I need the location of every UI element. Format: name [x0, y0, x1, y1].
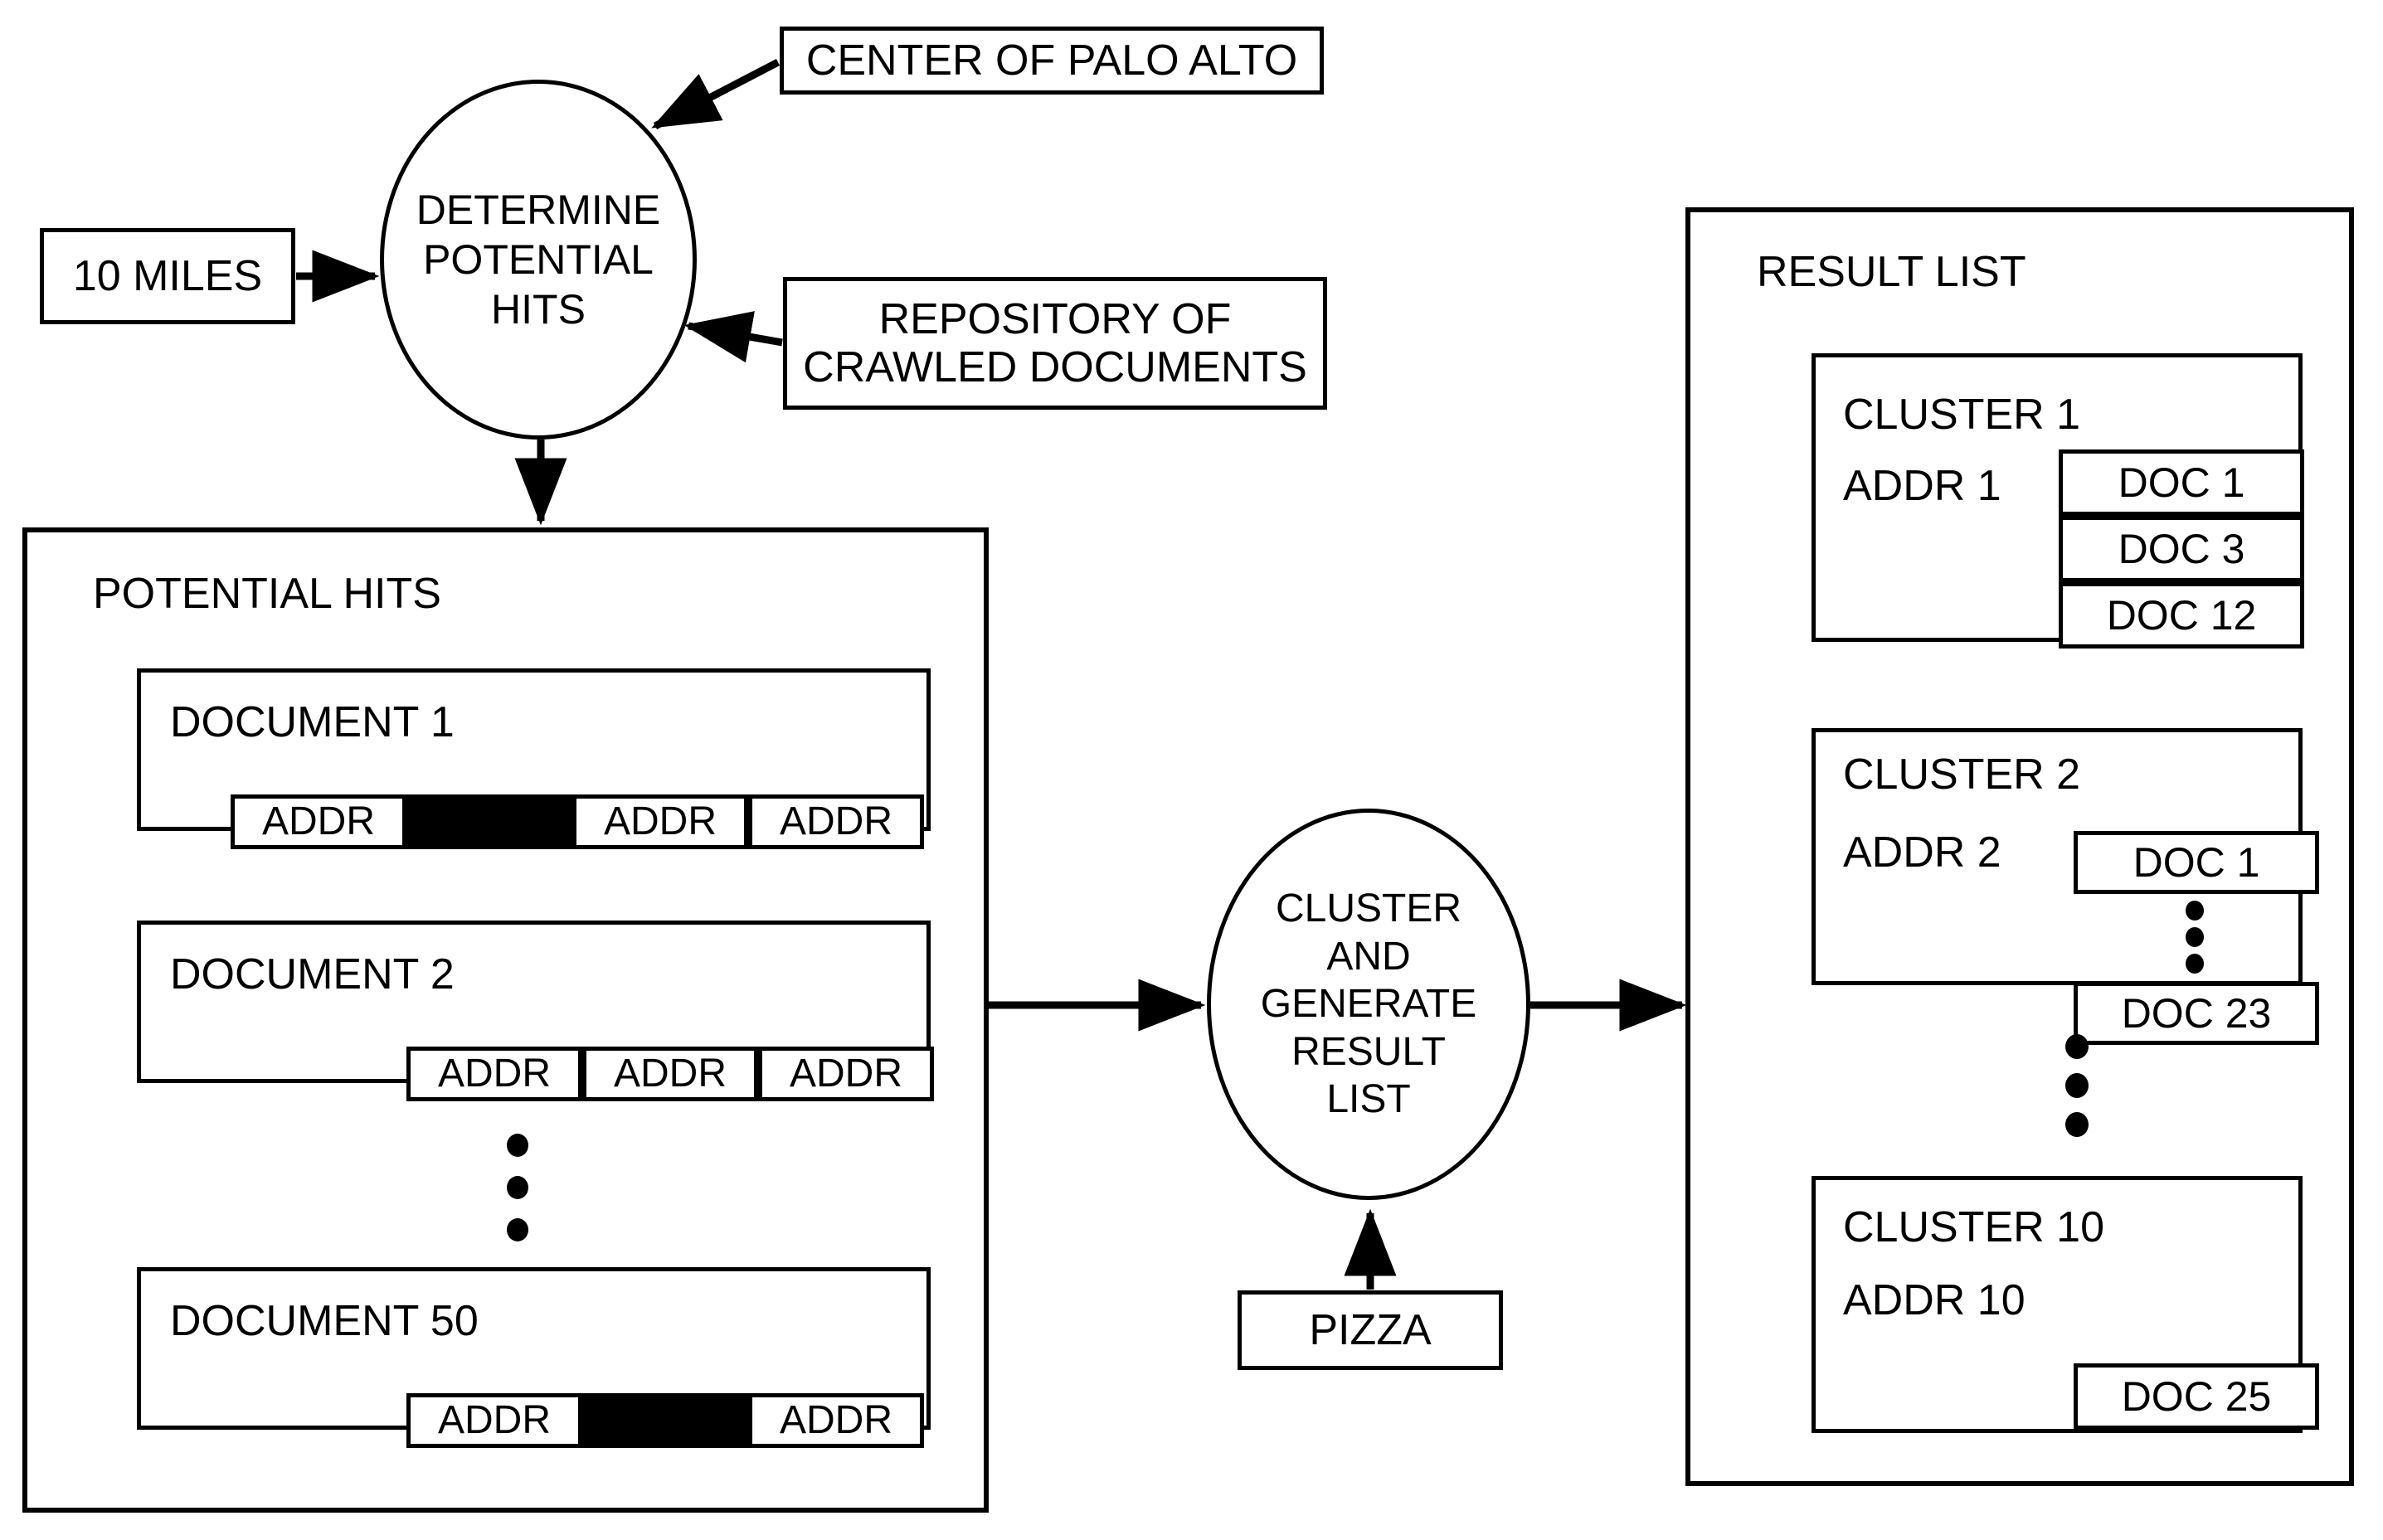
cluster-inner-ellipsis-dot	[2186, 927, 2204, 947]
cluster-doc-label: DOC 12	[2106, 592, 2257, 639]
determine-line-1: DETERMINE	[416, 187, 661, 233]
addr-cell-label: ADDR	[779, 1398, 892, 1443]
redacted-addr-cell	[582, 1393, 748, 1448]
addr-cell[interactable]: ADDR	[758, 1047, 934, 1101]
arrow-center-to-determine	[651, 59, 781, 129]
diagram-canvas: 10 MILES CENTER OF PALO ALTO REPOSITORY …	[0, 0, 2383, 1540]
document-title: DOCUMENT 2	[170, 950, 455, 998]
cluster-line-3: GENERATE	[1260, 982, 1477, 1027]
cluster-line-1: CLUSTER	[1275, 887, 1462, 931]
cluster-doc-label: DOC 1	[2133, 839, 2260, 886]
potential-hits-title: POTENTIAL HITS	[93, 570, 441, 618]
vertical-ellipsis-dot	[2065, 1112, 2089, 1137]
cluster-doc-cell[interactable]: DOC 25	[2074, 1363, 2319, 1430]
cluster-addr: ADDR 2	[1843, 828, 2001, 877]
cluster-doc-cell[interactable]: DOC 12	[2059, 582, 2304, 649]
determine-line-2: POTENTIAL	[423, 236, 654, 283]
addr-cell-label: ADDR	[437, 1052, 551, 1096]
vertical-ellipsis-dot	[507, 1218, 528, 1241]
cluster-line-2: AND	[1326, 934, 1411, 979]
query-input-label: PIZZA	[1309, 1305, 1432, 1354]
vertical-ellipsis-dot	[507, 1176, 528, 1199]
cluster-doc-cell[interactable]: DOC 3	[2059, 516, 2304, 582]
repository-label-line2: CRAWLED DOCUMENTS	[803, 343, 1307, 391]
cluster-doc-label: DOC 1	[2118, 459, 2245, 506]
distance-input-box[interactable]: 10 MILES	[40, 228, 295, 324]
addr-cell[interactable]: ADDR	[748, 794, 924, 849]
redacted-addr-cell	[406, 794, 572, 849]
addr-cell[interactable]: ADDR	[748, 1393, 924, 1448]
addr-cell-label: ADDR	[779, 799, 892, 844]
addr-cell[interactable]: ADDR	[572, 794, 748, 849]
distance-input-label: 10 MILES	[72, 251, 263, 300]
repository-label-line1: REPOSITORY OF	[878, 294, 1232, 343]
addr-cell-label: ADDR	[437, 1398, 551, 1443]
cluster-addr: ADDR 1	[1843, 462, 2001, 510]
cluster-inner-ellipsis-dot	[2186, 901, 2204, 921]
cluster-line-5: LIST	[1326, 1077, 1411, 1122]
addr-cell-label: ADDR	[603, 799, 717, 844]
cluster-inner-ellipsis-dot	[2186, 954, 2204, 974]
addr-cell[interactable]: ADDR	[582, 1047, 758, 1101]
cluster-doc-label: DOC 25	[2121, 1373, 2272, 1420]
vertical-ellipsis-dot	[2065, 1034, 2089, 1059]
addr-cell[interactable]: ADDR	[231, 794, 406, 849]
document-title: DOCUMENT 1	[170, 698, 455, 746]
addr-cell-label: ADDR	[613, 1052, 727, 1096]
cluster-and-generate-node[interactable]: CLUSTER AND GENERATE RESULT LIST	[1207, 809, 1530, 1200]
arrow-repository-to-determine	[683, 311, 783, 363]
center-location-label: CENTER OF PALO ALTO	[805, 36, 1298, 85]
cluster-name: CLUSTER 2	[1843, 751, 2081, 799]
cluster-doc-label: DOC 23	[2121, 990, 2272, 1037]
cluster-doc-cell[interactable]: DOC 1	[2074, 831, 2319, 894]
cluster-doc-cell[interactable]: DOC 23	[2074, 982, 2319, 1045]
addr-cell-label: ADDR	[789, 1052, 902, 1096]
cluster-name: CLUSTER 10	[1843, 1203, 2104, 1251]
determine-line-3: HITS	[491, 286, 586, 333]
cluster-addr: ADDR 10	[1843, 1276, 2026, 1324]
vertical-ellipsis-dot	[2065, 1073, 2089, 1098]
addr-cell-label: ADDR	[261, 799, 375, 844]
vertical-ellipsis-dot	[507, 1134, 528, 1157]
query-input-box[interactable]: PIZZA	[1238, 1290, 1503, 1370]
addr-cell[interactable]: ADDR	[406, 1393, 582, 1448]
document-title: DOCUMENT 50	[170, 1297, 479, 1345]
cluster-doc-cell[interactable]: DOC 1	[2059, 449, 2304, 516]
cluster-name: CLUSTER 1	[1843, 391, 2081, 439]
cluster-line-4: RESULT	[1291, 1029, 1446, 1074]
determine-potential-hits-node[interactable]: DETERMINE POTENTIAL HITS	[380, 80, 697, 440]
result-list-title: RESULT LIST	[1757, 248, 2026, 296]
addr-cell[interactable]: ADDR	[406, 1047, 582, 1101]
center-location-box[interactable]: CENTER OF PALO ALTO	[780, 27, 1324, 95]
repository-box[interactable]: REPOSITORY OF CRAWLED DOCUMENTS	[783, 277, 1327, 410]
cluster-doc-label: DOC 3	[2118, 526, 2245, 572]
